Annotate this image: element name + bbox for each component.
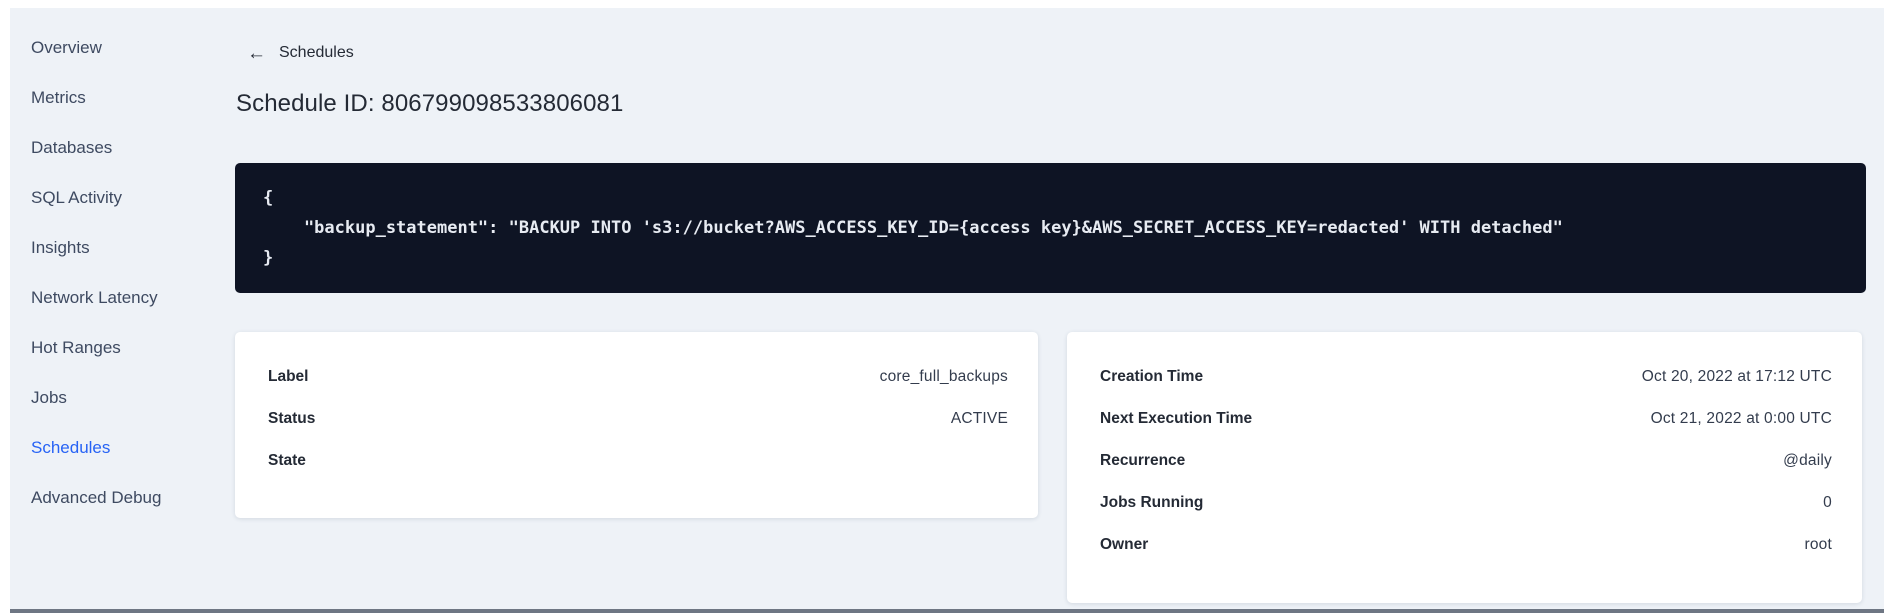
sidebar-item[interactable]: Hot Ranges [31, 323, 206, 373]
schedule-definition-code: { "backup_statement": "BACKUP INTO 's3:/… [263, 188, 1563, 268]
row-label: State [268, 452, 306, 469]
schedule-card-row: Recurrence @daily [1100, 440, 1832, 482]
row-value: @daily [1783, 452, 1832, 469]
sidebar-item[interactable]: Advanced Debug [31, 473, 206, 523]
sidebar-item[interactable]: Schedules [31, 423, 206, 473]
sidebar-item[interactable]: Network Latency [31, 273, 206, 323]
sidebar-item[interactable]: Jobs [31, 373, 206, 423]
back-link-label: Schedules [279, 44, 354, 61]
back-arrow-icon: ← [247, 42, 266, 64]
schedule-card-row: Jobs Running 0 [1100, 482, 1832, 524]
sidebar-item-label: Hot Ranges [31, 338, 121, 357]
back-link[interactable]: ← Schedules [247, 40, 354, 66]
sidebar-item-label: Advanced Debug [31, 488, 162, 507]
row-label: Next Execution Time [1100, 410, 1253, 427]
status-card-row: Label core_full_backups [268, 356, 1008, 398]
schedule-card-row: Next Execution Time Oct 21, 2022 at 0:00… [1100, 398, 1832, 440]
schedule-definition-code-block: { "backup_statement": "BACKUP INTO 's3:/… [235, 163, 1866, 293]
sidebar-item[interactable]: Insights [31, 223, 206, 273]
row-value: ACTIVE [950, 410, 1008, 427]
schedule-details-card: Creation Time Oct 20, 2022 at 17:12 UTC … [1067, 332, 1862, 603]
row-label: Owner [1100, 536, 1149, 553]
sidebar-item[interactable]: SQL Activity [31, 173, 206, 223]
sidebar-item-label: Insights [31, 238, 90, 257]
row-label: Recurrence [1100, 452, 1186, 469]
row-label: Jobs Running [1100, 494, 1204, 511]
sidebar-item[interactable]: Metrics [31, 73, 206, 123]
row-label: Status [268, 410, 316, 427]
status-card-row: Status ACTIVE [268, 398, 1008, 440]
row-value: root [1804, 536, 1832, 553]
row-label: Label [268, 368, 309, 385]
sidebar-item-label: Overview [31, 38, 102, 57]
schedule-card-row: Owner root [1100, 524, 1832, 566]
sidebar-item[interactable]: Overview [31, 23, 206, 73]
row-label: Creation Time [1100, 368, 1204, 385]
window-edge-top [0, 0, 1884, 8]
sidebar-item-label: Databases [31, 138, 113, 157]
bottom-cutoff-strip [0, 609, 1884, 613]
sidebar-item-label: Network Latency [31, 288, 158, 307]
sidebar-item-label: SQL Activity [31, 188, 123, 207]
status-card-row: State [268, 440, 1008, 482]
page-title: Schedule ID: 806799098533806081 [236, 90, 624, 117]
row-value: Oct 20, 2022 at 17:12 UTC [1641, 368, 1832, 385]
row-value: core_full_backups [879, 368, 1008, 385]
sidebar-item[interactable]: Databases [31, 123, 206, 173]
sidebar-item-label: Schedules [31, 438, 111, 457]
window-edge-left [0, 0, 10, 613]
sidebar-item-label: Metrics [31, 88, 86, 107]
sidebar-item-label: Jobs [31, 388, 67, 407]
sidebar-nav: Overview Metrics Databases SQL Activity … [31, 23, 206, 523]
status-card: Label core_full_backups Status ACTIVE St… [235, 332, 1038, 518]
schedule-card-row: Creation Time Oct 20, 2022 at 17:12 UTC [1100, 356, 1832, 398]
row-value: Oct 21, 2022 at 0:00 UTC [1650, 410, 1832, 427]
row-value: 0 [1823, 494, 1832, 511]
